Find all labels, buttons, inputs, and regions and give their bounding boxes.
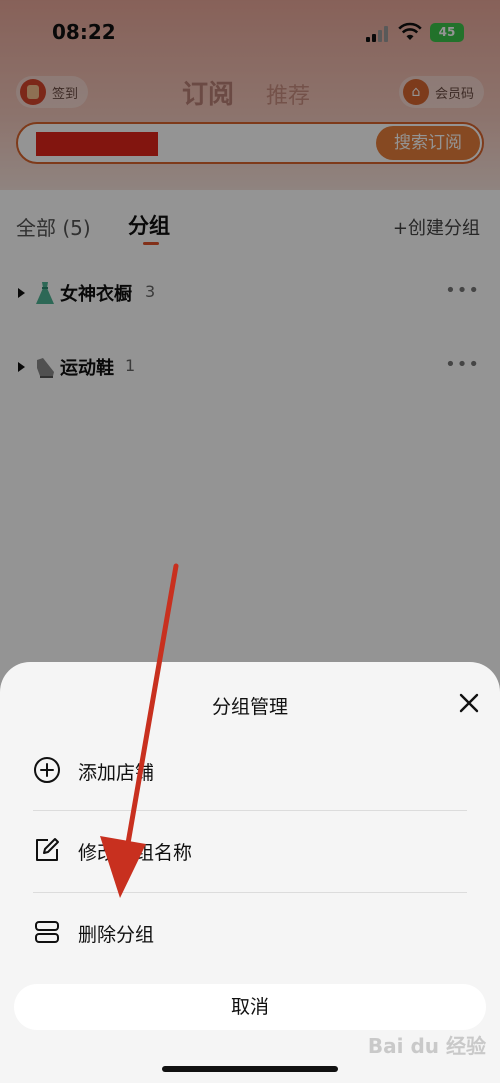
baidu-watermark: Bai du 经验 <box>367 1034 486 1058</box>
sheet-title: 分组管理 <box>211 696 288 718</box>
add-store-button[interactable]: 添加店铺 <box>0 732 500 812</box>
delete-group-icon <box>35 921 59 943</box>
close-icon[interactable] <box>458 692 480 714</box>
delete-group-button[interactable]: 删除分组 <box>0 894 500 974</box>
delete-group-label: 删除分组 <box>78 924 155 946</box>
edit-icon <box>36 838 59 861</box>
home-indicator <box>162 1066 338 1072</box>
divider <box>33 892 467 893</box>
group-management-sheet: 分组管理 添加店铺 修改分组名称 删除分组 取消 <box>0 662 500 1083</box>
rename-group-label: 修改分组名称 <box>78 842 193 864</box>
divider <box>33 810 467 811</box>
rename-group-button[interactable]: 修改分组名称 <box>0 812 500 892</box>
cancel-button[interactable]: 取消 <box>14 984 486 1030</box>
plus-circle-icon <box>34 757 60 783</box>
add-store-label: 添加店铺 <box>78 762 155 784</box>
